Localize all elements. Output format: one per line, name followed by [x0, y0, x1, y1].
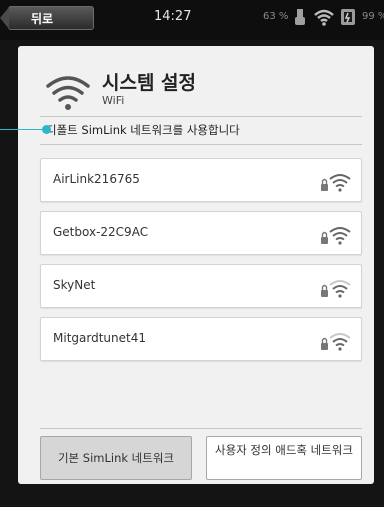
wifi-icon — [46, 76, 90, 110]
page-header: 시스템 설정 WiFi — [44, 68, 364, 118]
network-name: Getbox-22C9AC — [53, 225, 149, 239]
wifi-lock-icon — [321, 174, 351, 192]
divider — [40, 428, 362, 429]
back-button-label: 뒤로 — [31, 12, 54, 26]
wifi-lock-icon — [321, 227, 351, 245]
battery-percent-right: 99 % — [362, 11, 384, 22]
clock: 14:27 — [154, 9, 192, 24]
battery-icon — [341, 9, 355, 25]
network-name: AirLink216765 — [53, 172, 140, 186]
network-item-getbox[interactable]: Getbox-22C9AC — [40, 211, 362, 255]
network-name: Mitgardtunet41 — [53, 331, 146, 345]
network-name: SkyNet — [53, 278, 96, 292]
settings-panel: 시스템 설정 WiFi 디폴트 SimLink 네트워크를 사용합니다 AirL… — [18, 46, 374, 484]
status-bar: 뒤로 14:27 63 % 99 % — [0, 0, 384, 40]
wifi-lock-icon — [321, 280, 351, 298]
usb-icon — [295, 9, 305, 25]
divider — [40, 144, 362, 145]
page-title: 시스템 설정 — [102, 72, 197, 94]
adhoc-network-button[interactable]: 사용자 정의 애드혹 네트워크 — [206, 436, 362, 480]
back-arrow-icon — [0, 7, 9, 29]
wifi-lock-icon — [321, 333, 351, 351]
device-frame: 뒤로 14:27 63 % 99 % 시스 — [0, 0, 384, 507]
network-item-airlink[interactable]: AirLink216765 — [40, 158, 362, 202]
page-subtitle: WiFi — [102, 94, 125, 107]
default-network-label: 디폴트 SimLink 네트워크를 사용합니다 — [46, 123, 240, 137]
callout-dot — [42, 125, 51, 134]
back-button[interactable]: 뒤로 — [0, 6, 94, 30]
default-network-button[interactable]: 기본 SimLink 네트워크 — [40, 436, 192, 480]
divider — [40, 116, 362, 117]
network-item-mitgardtunet[interactable]: Mitgardtunet41 — [40, 317, 362, 361]
wifi-status-icon — [314, 9, 334, 26]
network-item-skynet[interactable]: SkyNet — [40, 264, 362, 308]
battery-percent-left: 63 % — [263, 11, 289, 22]
callout-line — [0, 129, 46, 130]
